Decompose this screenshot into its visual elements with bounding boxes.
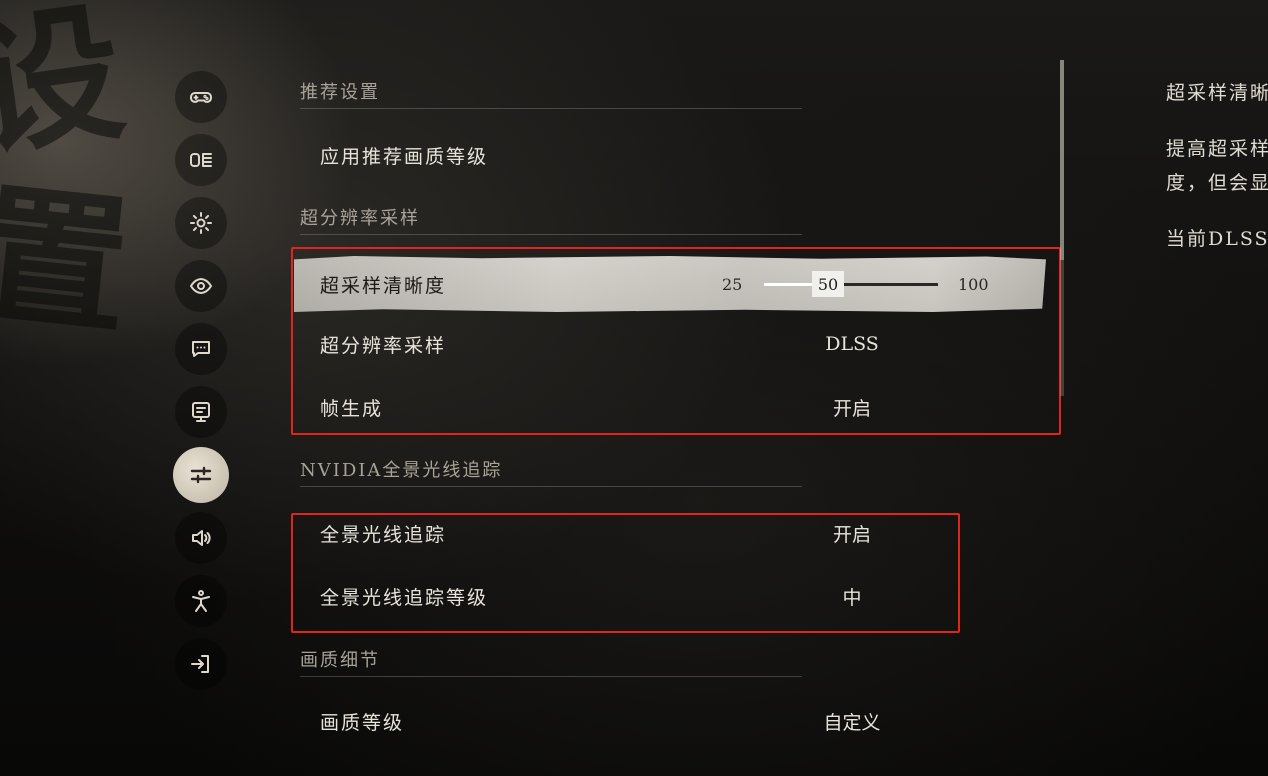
monitor-icon [192, 402, 210, 422]
sidebar-item-camera[interactable] [172, 257, 230, 315]
quality-level-row[interactable]: 画质等级 自定义 [294, 693, 1046, 749]
eye-icon [190, 278, 212, 294]
accessibility-icon [192, 590, 210, 612]
audio-icon [192, 530, 211, 546]
quality-level-value[interactable]: 自定义 [794, 708, 910, 735]
description-current: 当前DLSS [1166, 228, 1268, 250]
sidebar-item-display-mode[interactable] [172, 131, 230, 189]
description-title: 超采样清晰度 [1166, 82, 1268, 104]
description-line-2: 度，但会显 [1166, 172, 1268, 194]
sidebar-item-accessibility[interactable] [172, 572, 230, 630]
section-header-recommended: 推荐设置 [300, 78, 802, 109]
sidebar-item-gameplay[interactable] [172, 68, 230, 126]
chat-bubble-icon [192, 341, 210, 357]
apply-recommended-label: 应用推荐画质等级 [320, 145, 489, 168]
sidebar-item-exit[interactable] [172, 635, 230, 693]
sliders-icon [190, 466, 212, 484]
settings-scrollbar[interactable] [1060, 60, 1064, 396]
description-body: 提高超采样清晰 度，但会显 [1166, 132, 1268, 200]
sidebar-item-audio[interactable] [172, 509, 230, 567]
section-header-super-resolution: 超分辨率采样 [300, 204, 802, 235]
highlight-box-super-resolution [291, 247, 1061, 435]
section-header-raytracing: NVIDIA全景光线追踪 [300, 456, 802, 487]
settings-gear-icon [190, 212, 212, 234]
description-panel: 超采样清晰度 提高超采样清晰 度，但会显 当前DLSS [1166, 76, 1268, 278]
highlight-box-raytracing [291, 513, 960, 633]
display-mode-icon [190, 153, 212, 167]
sidebar-item-general[interactable] [172, 194, 230, 252]
section-header-quality: 画质细节 [300, 646, 802, 677]
sidebar-item-screen[interactable] [172, 383, 230, 441]
sidebar-item-interface[interactable] [172, 320, 230, 378]
scrollbar-thumb[interactable] [1060, 60, 1064, 260]
gamepad-icon [190, 92, 212, 103]
exit-icon [191, 655, 209, 673]
description-line-1: 提高超采样清晰 [1166, 138, 1268, 160]
quality-level-label: 画质等级 [320, 711, 405, 734]
sidebar-item-graphics[interactable] [172, 446, 230, 504]
apply-recommended-row[interactable]: 应用推荐画质等级 [294, 127, 1046, 183]
